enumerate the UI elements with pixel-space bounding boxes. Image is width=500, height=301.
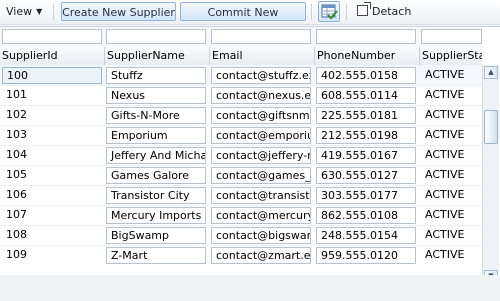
detach-label: Detach <box>372 5 412 18</box>
cell-suppliername[interactable]: Z-Mart <box>106 247 206 264</box>
table-check-button[interactable] <box>318 1 340 22</box>
column-header-supplierid[interactable]: SupplierId <box>0 47 105 65</box>
cell-supplierstatus: ACTIVE <box>425 148 465 161</box>
supplier-table: SupplierId SupplierName Email PhoneNumbe… <box>0 26 500 276</box>
toolbar-divider <box>346 4 347 20</box>
cell-supplierstatus: ACTIVE <box>425 208 465 221</box>
vertical-scroll-thumb[interactable] <box>484 110 498 144</box>
cell-phonenumber[interactable]: 608.555.0114 <box>316 87 416 104</box>
cell-supplierid[interactable]: 100 <box>2 67 102 84</box>
cell-supplierid: 104 <box>6 148 27 161</box>
cell-email[interactable]: contact@stuffz.ex <box>211 67 311 84</box>
view-menu-label: View <box>6 5 33 18</box>
column-header-supplierstatus[interactable]: SupplierStatus <box>420 47 482 65</box>
cell-suppliername[interactable]: Stuffz <box>106 67 206 84</box>
cell-phonenumber[interactable]: 212.555.0198 <box>316 127 416 144</box>
cell-email[interactable]: contact@jeffery-m <box>211 147 311 164</box>
cell-supplierid: 103 <box>6 128 27 141</box>
cell-suppliername[interactable]: Transistor City <box>106 187 206 204</box>
detach-window-icon <box>357 2 371 16</box>
cell-supplierid: 105 <box>6 168 27 181</box>
cell-supplierid: 108 <box>6 228 27 241</box>
column-header-email[interactable]: Email <box>210 47 315 65</box>
column-header-phonenumber[interactable]: PhoneNumber <box>315 47 420 65</box>
toolbar: View▼ Create New Supplier Commit New Sup… <box>0 0 500 38</box>
toolbar-divider <box>53 4 54 20</box>
view-menu[interactable]: View ▼ <box>6 4 42 20</box>
cell-email[interactable]: contact@mercury- <box>211 207 311 224</box>
cell-supplierstatus: ACTIVE <box>425 88 465 101</box>
cell-suppliername[interactable]: Jeffery And Michae <box>106 147 206 164</box>
cell-phonenumber[interactable]: 630.555.0127 <box>316 167 416 184</box>
cell-phonenumber[interactable]: 248.555.0154 <box>316 227 416 244</box>
table-row[interactable]: 100 Stuffz contact@stuffz.ex 402.555.0158 AC… <box>0 65 482 86</box>
table-row[interactable]: 104 Jeffery And Michae contact@jeffery-m 41… <box>0 145 482 166</box>
status-area <box>0 275 500 301</box>
cell-supplierid: 106 <box>6 188 27 201</box>
column-header-row: SupplierId SupplierName Email PhoneNumbe… <box>0 47 482 66</box>
cell-supplierstatus: ACTIVE <box>425 168 465 181</box>
cell-phonenumber[interactable]: 959.555.0120 <box>316 247 416 264</box>
cell-supplierid: 102 <box>6 108 27 121</box>
cell-supplierid: 107 <box>6 208 27 221</box>
filter-input-supplierstatus[interactable] <box>421 29 482 44</box>
cell-suppliername[interactable]: Emporium <box>106 127 206 144</box>
cell-phonenumber[interactable]: 862.555.0108 <box>316 207 416 224</box>
cell-supplierstatus: ACTIVE <box>425 248 465 261</box>
cell-supplierstatus: ACTIVE <box>425 128 465 141</box>
cell-supplierstatus: ACTIVE <box>425 228 465 241</box>
cell-email[interactable]: contact@nexus.ex <box>211 87 311 104</box>
cell-supplierstatus: ACTIVE <box>425 188 465 201</box>
filter-input-suppliername[interactable] <box>106 29 206 44</box>
cell-supplierstatus: ACTIVE <box>425 108 465 121</box>
table-row[interactable]: 109 Z-Mart contact@zmart.ex 959.555.0120 ACT… <box>0 245 482 265</box>
scroll-up-icon[interactable]: ▲ <box>484 66 498 79</box>
cell-supplierid: 101 <box>6 88 27 101</box>
chevron-down-icon: ▼ <box>36 7 43 16</box>
cell-phonenumber[interactable]: 419.555.0167 <box>316 147 416 164</box>
cell-suppliername[interactable]: BigSwamp <box>106 227 206 244</box>
create-new-supplier-button[interactable]: Create New Supplier <box>61 2 176 21</box>
cell-suppliername[interactable]: Nexus <box>106 87 206 104</box>
column-header-suppliername[interactable]: SupplierName <box>105 47 210 65</box>
table-row[interactable]: 107 Mercury Imports contact@mercury- 862.55… <box>0 205 482 226</box>
cell-phonenumber[interactable]: 303.555.0177 <box>316 187 416 204</box>
table-body: 100 Stuffz contact@stuffz.ex 402.555.0158 AC… <box>0 65 482 265</box>
filter-input-supplierid[interactable] <box>2 29 102 44</box>
table-row[interactable]: 103 Emporium contact@emporium 212.555.0198 A… <box>0 125 482 146</box>
table-row[interactable]: 105 Games Galore contact@games_g 630.555.01… <box>0 165 482 186</box>
vertical-scrollbar[interactable]: ▲ ▼ <box>482 65 499 276</box>
table-row[interactable]: 102 Gifts-N-More contact@giftsnmor 225.555.… <box>0 105 482 126</box>
cell-suppliername[interactable]: Gifts-N-More <box>106 107 206 124</box>
cell-email[interactable]: contact@transistor <box>211 187 311 204</box>
cell-suppliername[interactable]: Mercury Imports <box>106 207 206 224</box>
commit-new-suppliers-button[interactable]: Commit New Suppliers <box>180 2 306 38</box>
filter-input-phonenumber[interactable] <box>316 29 416 44</box>
cell-phonenumber[interactable]: 402.555.0158 <box>316 67 416 84</box>
filter-input-email[interactable] <box>211 29 311 44</box>
cell-supplierstatus: ACTIVE <box>425 68 465 81</box>
toolbar-divider <box>311 4 312 20</box>
cell-email[interactable]: contact@zmart.ex <box>211 247 311 264</box>
table-check-icon <box>321 4 338 20</box>
cell-suppliername[interactable]: Games Galore <box>106 167 206 184</box>
cell-email[interactable]: contact@games_g <box>211 167 311 184</box>
cell-email[interactable]: contact@bigswamp <box>211 227 311 244</box>
cell-supplierid: 109 <box>6 248 27 261</box>
table-row[interactable]: 108 BigSwamp contact@bigswamp 248.555.0154 A… <box>0 225 482 246</box>
table-row[interactable]: 106 Transistor City contact@transistor 303.… <box>0 185 482 206</box>
filter-row <box>0 27 482 47</box>
cell-phonenumber[interactable]: 225.555.0181 <box>316 107 416 124</box>
cell-email[interactable]: contact@emporium <box>211 127 311 144</box>
cell-email[interactable]: contact@giftsnmor <box>211 107 311 124</box>
table-row[interactable]: 101 Nexus contact@nexus.ex 608.555.0114 ACTI… <box>0 85 482 106</box>
detach-button[interactable]: Detach <box>357 2 412 20</box>
